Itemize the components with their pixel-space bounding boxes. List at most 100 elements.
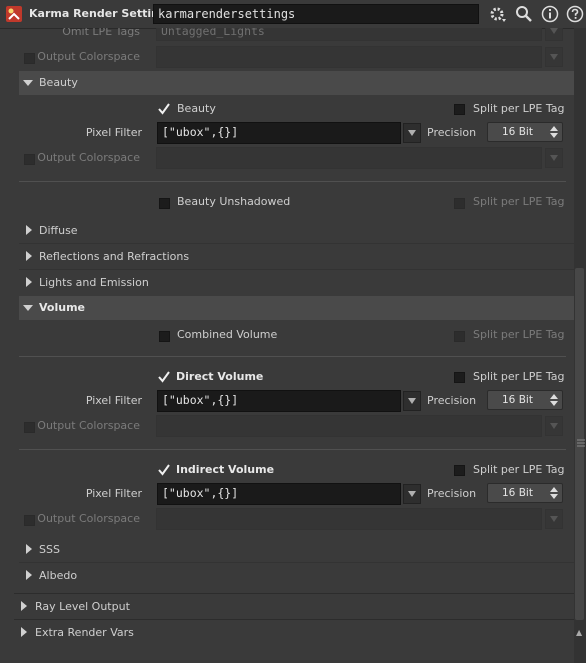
combined-volume-checkbox[interactable] [159, 331, 170, 342]
updown-arrows-icon [550, 394, 558, 406]
omit-lpe-dropdown[interactable] [545, 28, 563, 41]
folder-lights-label: Lights and Emission [39, 276, 149, 289]
indirect-colorspace-field[interactable] [156, 508, 542, 530]
folder-extra-render-vars-label: Extra Render Vars [35, 626, 134, 639]
resize-grip-icon[interactable] [577, 438, 585, 450]
updown-arrows-icon [550, 126, 558, 138]
chevron-right-icon [21, 627, 27, 637]
colorspace-label: Output Colorspace [37, 50, 140, 63]
indirect-precision-menu[interactable]: 16 Bit [487, 483, 563, 503]
combined-split-checkbox[interactable] [454, 331, 465, 342]
unshadowed-checkbox[interactable] [159, 198, 170, 209]
direct-pixel-filter-label: Pixel Filter [85, 394, 142, 407]
chevron-down-icon [550, 516, 558, 522]
beauty-colorspace-dropdown[interactable] [545, 148, 563, 168]
node-name-field[interactable]: karmarendersettings [153, 4, 479, 24]
direct-colorspace-label: Output Colorspace [37, 419, 140, 432]
parameter-panel: Omit LPE Tags Untagged_Lights Output Col… [0, 28, 586, 663]
folder-sss[interactable]: SSS [19, 537, 574, 561]
colorspace-dropdown[interactable] [545, 47, 563, 67]
direct-colorspace-dropdown[interactable] [545, 416, 563, 436]
pixel-filter-field[interactable]: ["ubox",{}] [157, 122, 401, 144]
search-icon[interactable] [515, 5, 533, 23]
updown-arrows-icon [550, 487, 558, 499]
beauty-split-label: Split per LPE Tag [473, 102, 565, 115]
beauty-colorspace-toggle[interactable] [24, 154, 35, 165]
scroll-down-arrow-icon[interactable]: ▲ [576, 628, 582, 637]
direct-volume-checkbox[interactable] [158, 371, 170, 383]
colorspace-field[interactable] [156, 46, 542, 68]
chevron-down-icon [550, 54, 558, 60]
gear-icon[interactable] [489, 5, 507, 23]
chevron-down-icon [550, 423, 558, 429]
precision-value: 16 Bit [502, 126, 533, 138]
separator [19, 181, 566, 182]
direct-pixel-filter-dropdown[interactable] [403, 391, 421, 411]
help-icon[interactable] [566, 5, 584, 23]
chevron-down-icon [550, 28, 558, 34]
unshadowed-label: Beauty Unshadowed [177, 195, 291, 208]
beauty-split-checkbox[interactable] [454, 104, 465, 115]
folder-beauty-label: Beauty [39, 76, 78, 89]
direct-colorspace-field[interactable] [156, 415, 542, 437]
precision-label: Precision [427, 126, 477, 139]
folder-reflections[interactable]: Reflections and Refractions [19, 244, 574, 268]
direct-pixel-filter-field[interactable]: ["ubox",{}] [157, 390, 401, 412]
chevron-down-icon [408, 398, 416, 404]
chevron-down-icon [550, 155, 558, 161]
indirect-pixel-filter-field[interactable]: ["ubox",{}] [157, 483, 401, 505]
folder-diffuse-label: Diffuse [39, 224, 78, 237]
combined-volume-label: Combined Volume [177, 328, 278, 341]
direct-split-label: Split per LPE Tag [473, 370, 565, 383]
indirect-colorspace-label: Output Colorspace [37, 512, 140, 525]
folder-ray-level[interactable]: Ray Level Output [14, 594, 574, 618]
indirect-split-checkbox[interactable] [454, 465, 465, 476]
direct-volume-label: Direct Volume [176, 370, 264, 383]
pixel-filter-dropdown[interactable] [403, 123, 421, 143]
chevron-right-icon [26, 277, 32, 287]
karma-node-icon [6, 6, 22, 22]
folder-lights[interactable]: Lights and Emission [19, 270, 574, 294]
indirect-pixel-filter-label: Pixel Filter [85, 487, 142, 500]
folder-extra-render-vars[interactable]: Extra Render Vars [14, 620, 574, 644]
omit-lpe-field[interactable]: Untagged_Lights [156, 28, 542, 41]
indirect-precision-label: Precision [427, 487, 477, 500]
indirect-pixel-filter-dropdown[interactable] [403, 484, 421, 504]
beauty-checkbox[interactable] [158, 103, 170, 115]
chevron-down-icon [408, 130, 416, 136]
pixel-filter-label: Pixel Filter [85, 126, 142, 139]
beauty-colorspace-field[interactable] [156, 147, 542, 169]
chevron-right-icon [26, 225, 32, 235]
chevron-down-icon [23, 305, 33, 311]
direct-precision-label: Precision [427, 394, 477, 407]
indirect-volume-label: Indirect Volume [176, 463, 275, 476]
folder-volume[interactable]: Volume [19, 296, 574, 320]
unshadowed-split-label: Split per LPE Tag [473, 195, 565, 208]
folder-diffuse[interactable]: Diffuse [19, 218, 574, 242]
chevron-right-icon [26, 251, 32, 261]
separator [19, 356, 566, 357]
direct-colorspace-toggle[interactable] [24, 422, 35, 433]
indirect-volume-checkbox[interactable] [158, 464, 170, 476]
folder-volume-label: Volume [39, 301, 85, 314]
folder-albedo-label: Albedo [39, 569, 78, 582]
folder-reflections-label: Reflections and Refractions [39, 250, 190, 263]
info-icon[interactable] [541, 5, 559, 23]
indirect-colorspace-toggle[interactable] [24, 515, 35, 526]
folder-sss-label: SSS [39, 543, 60, 556]
omit-lpe-label: Omit LPE Tags [62, 28, 140, 38]
colorspace-toggle[interactable] [24, 53, 35, 64]
separator [19, 449, 566, 450]
direct-split-checkbox[interactable] [454, 372, 465, 383]
folder-albedo[interactable]: Albedo [19, 563, 574, 587]
unshadowed-split-checkbox[interactable] [454, 198, 465, 209]
precision-menu[interactable]: 16 Bit [487, 122, 563, 142]
indirect-colorspace-dropdown[interactable] [545, 509, 563, 529]
folder-beauty[interactable]: Beauty [19, 71, 574, 95]
direct-precision-menu[interactable]: 16 Bit [487, 390, 563, 410]
chevron-right-icon [21, 601, 27, 611]
indirect-split-label: Split per LPE Tag [473, 463, 565, 476]
parameter-header: Karma Render Settings karmarendersetting… [0, 0, 586, 29]
chevron-down-icon [23, 80, 33, 86]
beauty-colorspace-label: Output Colorspace [37, 151, 140, 164]
